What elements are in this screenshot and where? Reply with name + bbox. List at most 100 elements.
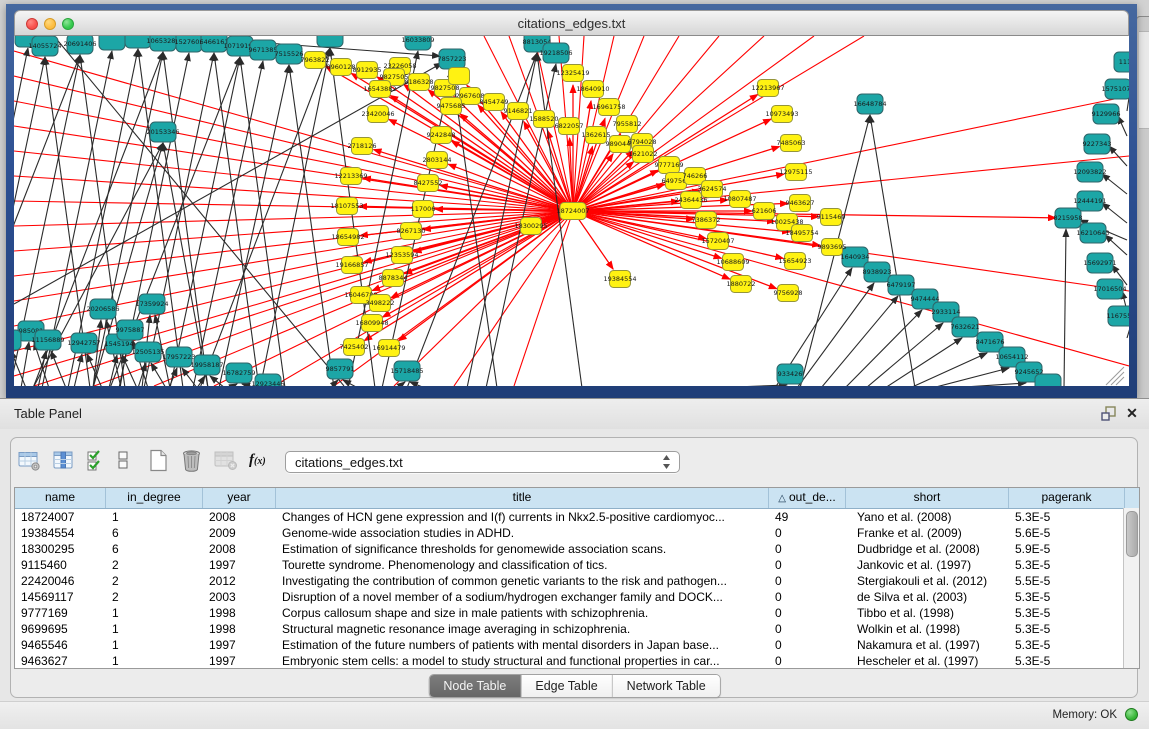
network-node-20206586[interactable]: 20206586 — [86, 299, 119, 319]
network-node-1112[interactable]: 1112 — [1114, 52, 1129, 72]
network-node-9475685[interactable]: 9475685 — [437, 98, 466, 115]
scrollbar-thumb[interactable] — [1126, 511, 1138, 557]
table-row[interactable]: 1830029562008Estimation of significance … — [15, 541, 1139, 557]
function-builder-button[interactable]: f(x) — [249, 447, 266, 473]
network-node-8878344[interactable]: 8878344 — [379, 270, 408, 287]
network-node-16648784[interactable]: 16648784 — [853, 94, 886, 114]
network-node-16210643[interactable]: 16210643 — [1076, 223, 1109, 243]
network-node-20691406[interactable]: 20691406 — [63, 36, 96, 54]
delete-columns-button[interactable] — [180, 447, 203, 473]
rows-button[interactable] — [117, 447, 129, 473]
network-node-9777169[interactable]: 9777169 — [655, 157, 684, 174]
network-node-7632621[interactable]: 7632621 — [951, 317, 980, 337]
show-columns-button[interactable] — [52, 447, 75, 473]
network-node[interactable] — [317, 36, 343, 47]
network-node-933426[interactable]: 933426 — [777, 364, 803, 384]
table-row[interactable]: 946554611997Estimation of the future num… — [15, 637, 1139, 653]
network-node-15751074[interactable]: 15751074 — [1101, 79, 1129, 99]
network-node-12942757[interactable]: 12942757 — [67, 333, 100, 353]
network-node-17016504[interactable]: 17016504 — [1093, 279, 1126, 299]
network-node-621606[interactable]: 621606 — [752, 203, 777, 220]
network-node-1880722[interactable]: 1880722 — [727, 276, 756, 293]
table-row[interactable]: 1456911722003Disruption of a novel membe… — [15, 589, 1139, 605]
network-node-7386372[interactable]: 7386372 — [692, 212, 721, 229]
network-node-9756928[interactable]: 9756928 — [774, 285, 803, 302]
network-node-8912935[interactable]: 8912935 — [353, 62, 382, 79]
network-node-8427552[interactable]: 8427552 — [414, 175, 443, 192]
column-header-out_de[interactable]: △out_de... — [769, 488, 846, 508]
network-node-12975115[interactable]: 12975115 — [779, 164, 812, 181]
network-node-19384554[interactable]: 19384554 — [603, 271, 636, 288]
network-node-11156889[interactable]: 11156889 — [31, 330, 64, 350]
network-node-7963822[interactable]: 7963822 — [301, 52, 330, 69]
network-node-9671385[interactable]: 9671385 — [249, 40, 278, 60]
network-node-18107553[interactable]: 18107553 — [330, 198, 363, 215]
network-node-2803144[interactable]: 2803144 — [423, 152, 452, 169]
network-node-8267130[interactable]: 8267130 — [397, 223, 426, 240]
network-node-15720407[interactable]: 15720407 — [701, 233, 734, 250]
tab-network-table[interactable]: Network Table — [613, 675, 720, 697]
table-row[interactable]: 2242004622012Investigating the contribut… — [15, 573, 1139, 589]
network-node-9857791[interactable]: 9857791 — [326, 359, 355, 379]
network-node-18654982[interactable]: 18654982 — [331, 229, 364, 246]
network-node-7857223[interactable]: 7857223 — [438, 49, 467, 69]
network-node-16033809[interactable]: 16033809 — [401, 36, 434, 50]
column-header-year[interactable]: year — [203, 488, 276, 508]
column-header-title[interactable]: title — [276, 488, 769, 508]
network-node-7485063[interactable]: 7485063 — [777, 135, 806, 152]
network-node-12444191[interactable]: 12444191 — [1073, 191, 1106, 211]
network-node[interactable] — [99, 36, 125, 50]
delete-table-button[interactable] — [214, 447, 238, 473]
network-node-1621022[interactable]: 1621022 — [629, 146, 658, 163]
column-header-in_degree[interactable]: in_degree — [106, 488, 203, 508]
table-row[interactable]: 1938455462009Genome-wide association stu… — [15, 525, 1139, 541]
network-node-15654923[interactable]: 15654923 — [778, 253, 811, 270]
table-row[interactable]: 969969511998Structural magnetic resonanc… — [15, 621, 1139, 637]
network-node[interactable] — [1035, 374, 1061, 386]
select-mode-button[interactable] — [86, 447, 106, 473]
network-node-3498222[interactable]: 3498222 — [366, 295, 395, 312]
table-row[interactable]: 1872400712008Changes of HCN gene express… — [15, 509, 1139, 525]
network-node-8960128[interactable]: 8960128 — [327, 59, 356, 76]
table-scrollbar[interactable] — [1123, 508, 1139, 668]
network-node-7515526[interactable]: 7515526 — [275, 44, 304, 64]
network-node-12505135[interactable]: 12505135 — [131, 342, 164, 362]
network-node-18724007[interactable]: 18724007 — [556, 203, 589, 220]
network-node-15692971[interactable]: 15692971 — [1083, 253, 1116, 273]
network-node-9975887[interactable]: 9975887 — [116, 320, 145, 340]
network-node-12213967[interactable]: 12213967 — [751, 80, 784, 97]
network-node-20153346[interactable]: 20153346 — [146, 122, 179, 142]
table-row[interactable]: 946362711997Embryonic stem cells: a mode… — [15, 653, 1139, 669]
table-row[interactable]: 977716911998Corpus callosum shape and si… — [15, 605, 1139, 621]
network-node-15718485[interactable]: 15718485 — [390, 361, 423, 381]
network-node-1167553[interactable]: 1167553 — [1107, 306, 1129, 326]
network-canvas[interactable]: 1872400714055724206914061065328715276026… — [14, 36, 1129, 386]
network-node-9129966[interactable]: 9129966 — [1092, 104, 1121, 124]
network-node-19958187[interactable]: 19958187 — [190, 355, 223, 375]
new-column-button[interactable] — [148, 447, 169, 473]
network-node-16961758[interactable]: 16961758 — [592, 99, 625, 116]
network-node-9242848[interactable]: 9242848 — [427, 127, 456, 144]
table-options-button[interactable] — [18, 447, 41, 473]
network-node-9115460[interactable]: 9115460 — [817, 209, 846, 226]
resize-grip-icon[interactable] — [1106, 367, 1124, 385]
tab-edge-table[interactable]: Edge Table — [521, 675, 612, 697]
column-header-name[interactable]: name — [15, 488, 106, 508]
network-node-7955812[interactable]: 7955812 — [613, 116, 642, 133]
network-node-19218506[interactable]: 19218506 — [539, 43, 572, 63]
network-node-8215958[interactable]: 8215958 — [1054, 208, 1083, 228]
network-node-17359924[interactable]: 17359924 — [135, 294, 168, 314]
network-node-6479197[interactable]: 6479197 — [887, 275, 916, 295]
column-header-short[interactable]: short — [846, 488, 1009, 508]
network-node-9227343[interactable]: 9227343 — [1083, 134, 1112, 154]
tab-node-table[interactable]: Node Table — [429, 675, 521, 697]
network-window-titlebar[interactable]: citations_edges.txt — [14, 10, 1129, 36]
column-header-pagerank[interactable]: pagerank — [1009, 488, 1125, 508]
network-node-2718126[interactable]: 2718126 — [348, 138, 377, 155]
network-node-12093822[interactable]: 12093822 — [1073, 162, 1106, 182]
memory-status-dot-icon[interactable] — [1125, 708, 1138, 721]
close-panel-button[interactable]: ✕ — [1123, 404, 1141, 422]
network-node-9463627[interactable]: 9463627 — [786, 195, 815, 212]
network-node-8938923[interactable]: 8938923 — [863, 262, 892, 282]
network-node-117006[interactable]: 117006 — [411, 201, 436, 218]
